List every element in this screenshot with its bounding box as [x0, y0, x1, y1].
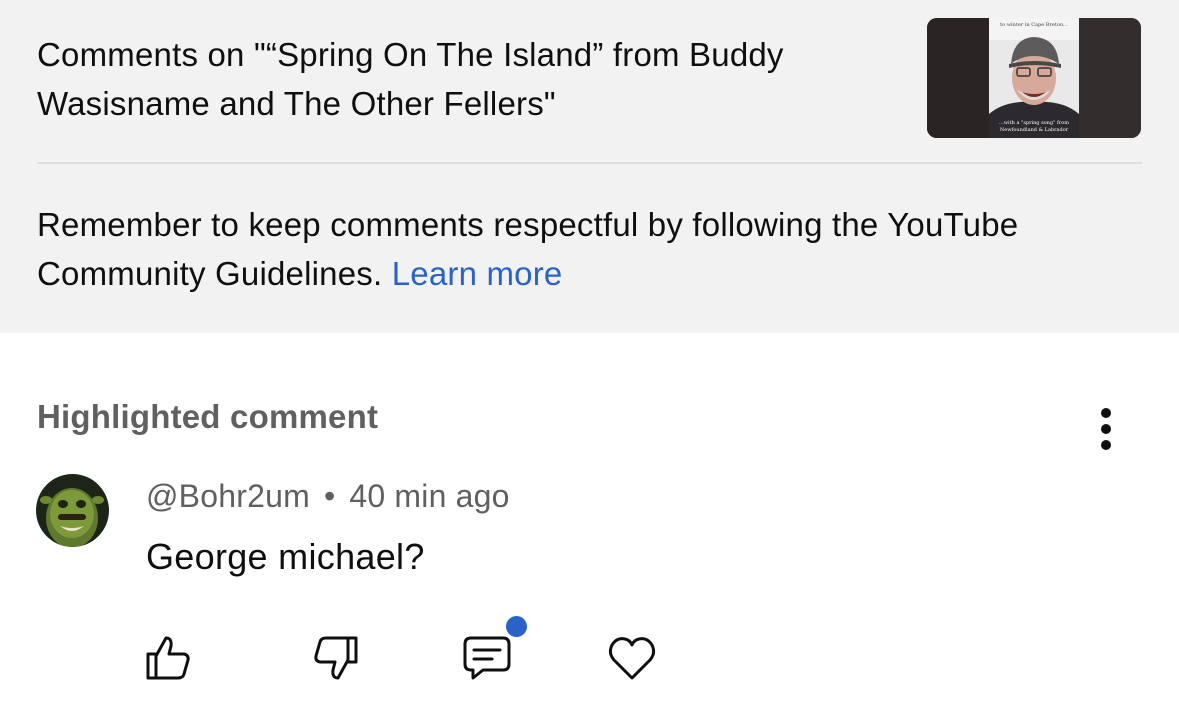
- learn-more-link[interactable]: Learn more: [392, 255, 563, 292]
- reply-notification-dot: [506, 616, 527, 637]
- comment-time: 40 min ago: [349, 478, 510, 514]
- reply-button[interactable]: [457, 630, 513, 686]
- like-button[interactable]: [140, 630, 196, 686]
- comment-text: George michael?: [146, 536, 425, 577]
- video-title: Comments on "“Spring On The Island” from…: [37, 36, 784, 122]
- heart-icon: [608, 637, 656, 680]
- reply-icon: [463, 636, 511, 680]
- meta-separator: •: [323, 478, 336, 514]
- dislike-icon: [314, 636, 358, 680]
- video-header-panel: Comments on "“Spring On The Island” from…: [0, 0, 1179, 333]
- comment-author[interactable]: @Bohr2um: [146, 478, 310, 514]
- more-options-button[interactable]: [1090, 406, 1122, 452]
- thumbnail-bottom-caption-1: ...with a "spring song" from: [999, 120, 1069, 126]
- more-vert-icon: [1101, 408, 1111, 450]
- heart-button[interactable]: [604, 630, 660, 686]
- thumbnail-bottom-caption-2: Newfoundland & Labrador: [1000, 127, 1069, 133]
- dislike-button[interactable]: [308, 630, 364, 686]
- divider: [37, 162, 1142, 164]
- like-icon: [146, 636, 190, 680]
- highlighted-comment-label: Highlighted comment: [37, 398, 379, 435]
- comment-meta: @Bohr2um • 40 min ago: [146, 478, 510, 515]
- video-thumbnail[interactable]: to winter in Cape Breton... ...with a "s…: [927, 18, 1141, 138]
- community-guidelines-notice: Remember to keep comments respectful by …: [37, 200, 1137, 298]
- avatar[interactable]: [36, 474, 109, 547]
- thumbnail-top-caption: to winter in Cape Breton...: [1000, 22, 1068, 28]
